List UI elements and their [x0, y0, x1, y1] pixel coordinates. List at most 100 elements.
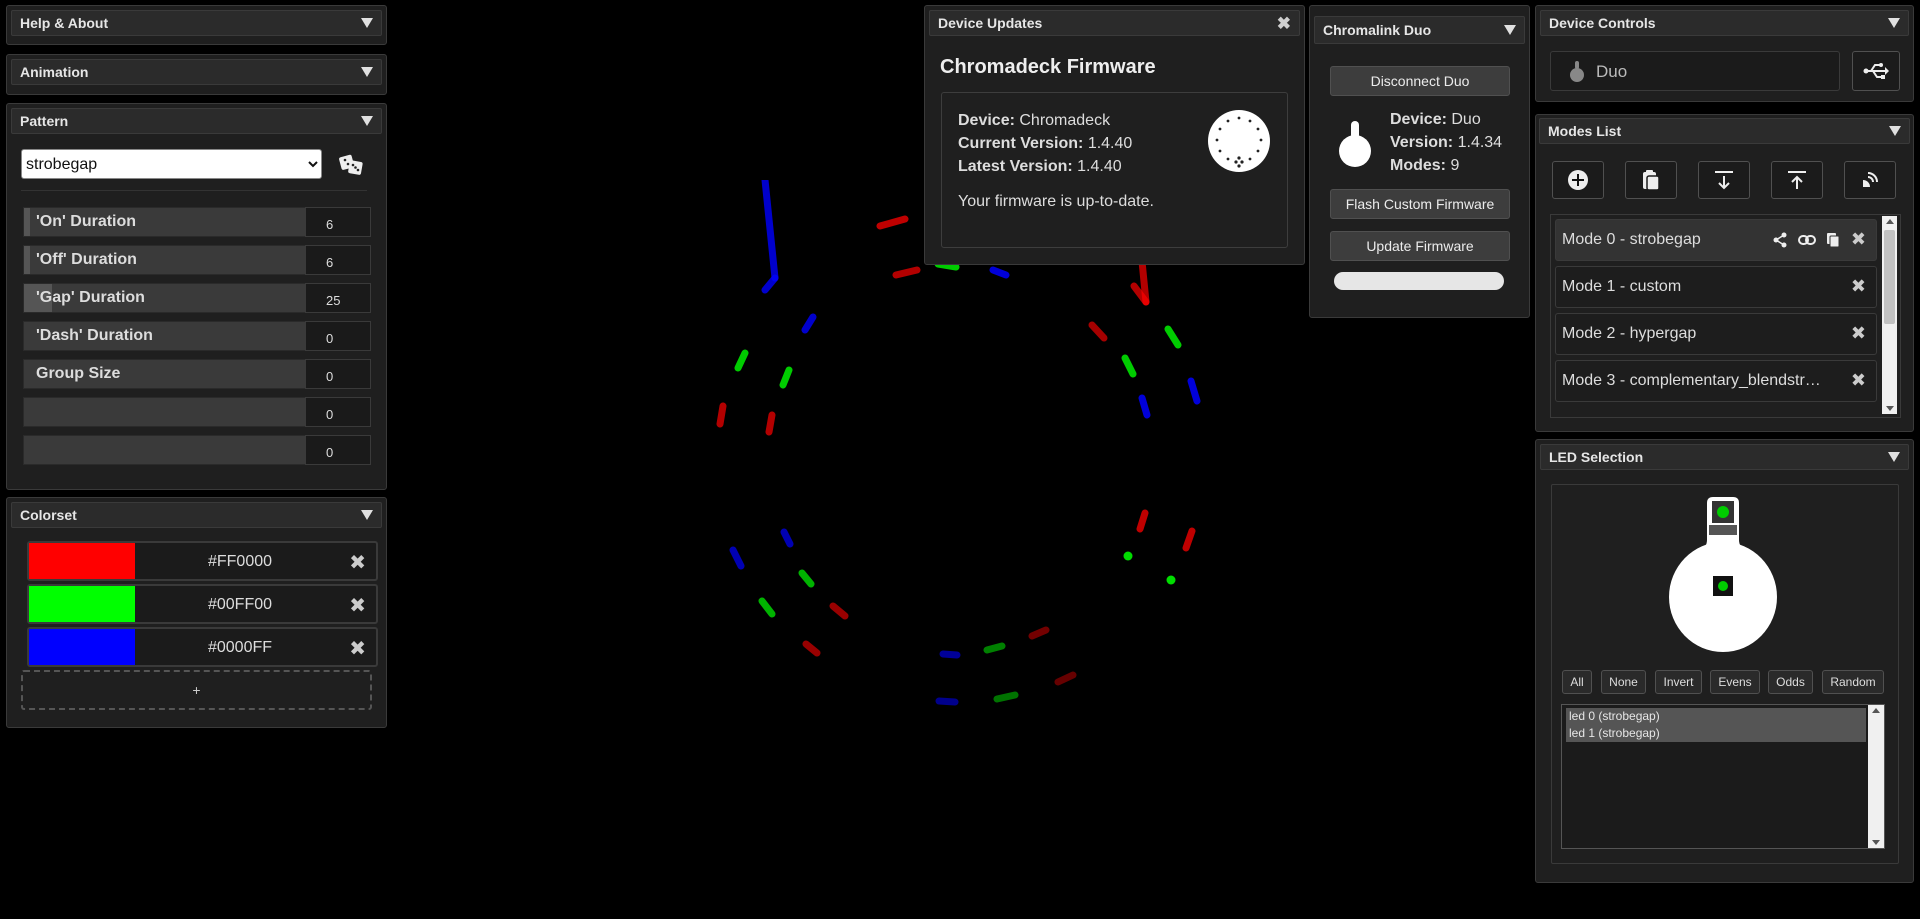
- collapse-triangle-icon[interactable]: [1504, 25, 1516, 35]
- color-row[interactable]: #00FF00 ✖: [27, 584, 378, 624]
- disconnect-duo-button[interactable]: Disconnect Duo: [1330, 66, 1510, 96]
- modes-list-header[interactable]: Modes List: [1539, 118, 1910, 144]
- flash-custom-firmware-button[interactable]: Flash Custom Firmware: [1330, 189, 1510, 219]
- delete-mode-icon[interactable]: ✖: [1851, 276, 1866, 297]
- collapse-triangle-icon[interactable]: [361, 18, 373, 28]
- param-slider[interactable]: [23, 435, 306, 465]
- param-slider[interactable]: [23, 397, 306, 427]
- led-odds-button[interactable]: Odds: [1768, 670, 1813, 694]
- copy-icon[interactable]: [1826, 232, 1840, 248]
- param-value[interactable]: 6: [305, 207, 371, 237]
- mode-item[interactable]: Mode 0 - strobegap ✖: [1555, 219, 1877, 261]
- scrollbar-thumb[interactable]: [1884, 230, 1895, 324]
- modes-scrollbar[interactable]: [1882, 216, 1897, 414]
- modes-list-title: Modes List: [1548, 123, 1622, 139]
- device-controls-header[interactable]: Device Controls: [1540, 10, 1909, 36]
- colorset-header[interactable]: Colorset: [11, 502, 382, 528]
- led-invert-button[interactable]: Invert: [1655, 670, 1702, 694]
- mode-item[interactable]: Mode 1 - custom ✖: [1555, 266, 1877, 308]
- pattern-select[interactable]: strobegap: [21, 149, 322, 179]
- collapse-triangle-icon[interactable]: [361, 67, 373, 77]
- param-dash-duration[interactable]: 'Dash' Duration 0: [23, 321, 371, 351]
- led-list-item[interactable]: led 1 (strobegap): [1566, 725, 1866, 742]
- param-extra-1[interactable]: 0: [23, 397, 371, 427]
- collapse-triangle-icon[interactable]: [1888, 18, 1900, 28]
- collapse-triangle-icon[interactable]: [361, 510, 373, 520]
- led-evens-button[interactable]: Evens: [1710, 670, 1760, 694]
- color-swatch[interactable]: [29, 543, 135, 579]
- delete-color-icon[interactable]: ✖: [349, 593, 366, 618]
- param-value[interactable]: 0: [305, 397, 371, 427]
- param-group-size[interactable]: Group Size 0: [23, 359, 371, 389]
- led-list-scrollbar[interactable]: [1868, 705, 1884, 848]
- led-list[interactable]: led 0 (strobegap) led 1 (strobegap): [1561, 704, 1885, 849]
- led-selection-title: LED Selection: [1549, 449, 1644, 465]
- param-value[interactable]: 0: [305, 321, 371, 351]
- device-name: Duo: [1596, 62, 1628, 81]
- pattern-title: Pattern: [20, 113, 69, 129]
- pattern-divider: [21, 190, 367, 191]
- scroll-up-arrow-icon[interactable]: [1872, 708, 1880, 713]
- led-select-none-button[interactable]: None: [1601, 670, 1646, 694]
- param-extra-2[interactable]: 0: [23, 435, 371, 465]
- mode-item[interactable]: Mode 3 - complementary_blendstrobe ✖: [1555, 360, 1877, 402]
- param-value[interactable]: 25: [305, 283, 371, 313]
- led-list-item[interactable]: led 0 (strobegap): [1566, 708, 1866, 725]
- push-modes-button[interactable]: [1771, 161, 1823, 199]
- delete-mode-icon[interactable]: ✖: [1851, 370, 1866, 391]
- device-updates-title: Device Updates: [938, 15, 1043, 31]
- pattern-header[interactable]: Pattern: [11, 108, 382, 134]
- color-hex[interactable]: #FF0000: [135, 553, 345, 571]
- add-color-button[interactable]: +: [21, 670, 372, 710]
- collapse-triangle-icon[interactable]: [361, 116, 373, 126]
- firmware-title: Chromadeck Firmware: [940, 56, 1156, 78]
- link-icon[interactable]: [1798, 232, 1816, 248]
- paste-mode-button[interactable]: [1625, 161, 1677, 199]
- param-on-duration[interactable]: 'On' Duration 6: [23, 207, 371, 237]
- device-updates-panel: Device Updates ✖ Chromadeck Firmware Dev…: [924, 5, 1305, 265]
- led-select-all-button[interactable]: All: [1562, 670, 1592, 694]
- color-hex[interactable]: #00FF00: [135, 596, 345, 614]
- color-hex[interactable]: #0000FF: [135, 639, 345, 657]
- current-version-label: Current Version:: [958, 135, 1084, 152]
- update-firmware-button[interactable]: Update Firmware: [1330, 231, 1510, 261]
- scroll-up-arrow-icon[interactable]: [1886, 219, 1894, 224]
- param-gap-duration[interactable]: 'Gap' Duration 25: [23, 283, 371, 313]
- add-circle-icon: [1568, 170, 1588, 190]
- scroll-down-arrow-icon[interactable]: [1872, 840, 1880, 845]
- close-icon[interactable]: ✖: [1277, 15, 1291, 32]
- mode-name: Mode 2 - hypergap: [1562, 325, 1697, 342]
- param-value[interactable]: 0: [305, 435, 371, 465]
- led-selection-header[interactable]: LED Selection: [1540, 444, 1909, 470]
- usb-connect-button[interactable]: [1852, 51, 1900, 91]
- param-value[interactable]: 0: [305, 359, 371, 389]
- scroll-down-arrow-icon[interactable]: [1886, 406, 1894, 411]
- chromalink-header[interactable]: Chromalink Duo: [1314, 16, 1525, 44]
- param-value[interactable]: 6: [305, 245, 371, 275]
- help-header[interactable]: Help & About: [11, 10, 382, 36]
- delete-mode-icon[interactable]: ✖: [1851, 229, 1866, 250]
- chromalink-title: Chromalink Duo: [1323, 22, 1432, 38]
- color-swatch[interactable]: [29, 586, 135, 622]
- firmware-progress-bar: [1334, 272, 1504, 290]
- param-label: 'Gap' Duration: [36, 289, 145, 306]
- transmit-modes-button[interactable]: [1844, 161, 1896, 199]
- delete-color-icon[interactable]: ✖: [349, 550, 366, 575]
- share-icon[interactable]: [1772, 232, 1788, 248]
- collapse-triangle-icon[interactable]: [1888, 452, 1900, 462]
- color-swatch[interactable]: [29, 629, 135, 665]
- dice-icon[interactable]: [337, 151, 365, 177]
- animation-header[interactable]: Animation: [11, 59, 382, 85]
- collapse-triangle-icon[interactable]: [1889, 126, 1901, 136]
- color-row[interactable]: #FF0000 ✖: [27, 541, 378, 581]
- param-off-duration[interactable]: 'Off' Duration 6: [23, 245, 371, 275]
- color-row[interactable]: #0000FF ✖: [27, 627, 378, 667]
- pull-modes-button[interactable]: [1698, 161, 1750, 199]
- add-mode-button[interactable]: [1552, 161, 1604, 199]
- mode-item[interactable]: Mode 2 - hypergap ✖: [1555, 313, 1877, 355]
- duo-device-label: Device:: [1390, 111, 1447, 128]
- delete-mode-icon[interactable]: ✖: [1851, 323, 1866, 344]
- pattern-panel: Pattern strobegap 'On' Duration 6 'Off' …: [6, 103, 387, 490]
- delete-color-icon[interactable]: ✖: [349, 636, 366, 661]
- led-random-button[interactable]: Random: [1822, 670, 1884, 694]
